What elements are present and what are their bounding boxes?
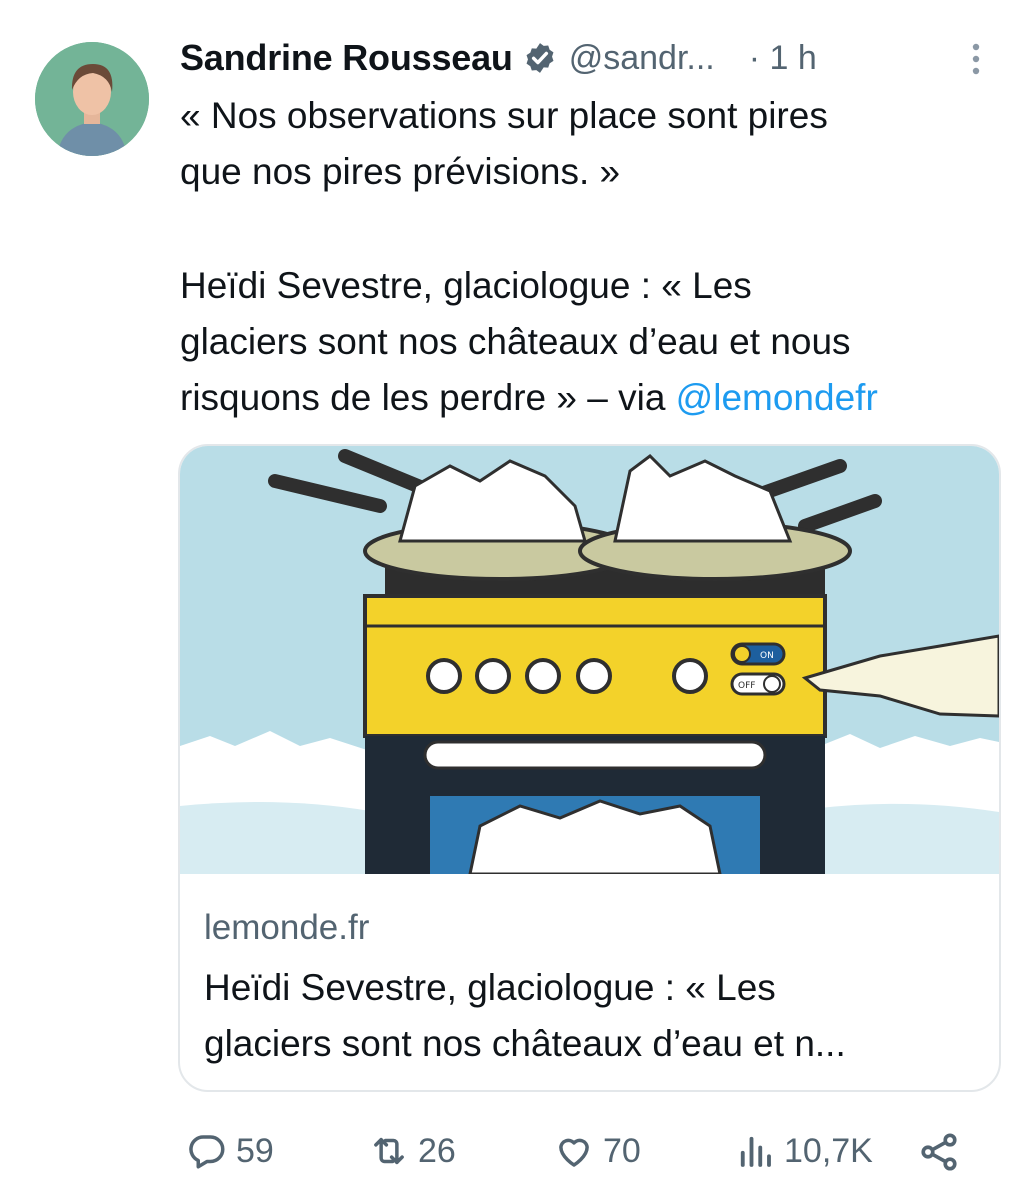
link-preview-card[interactable]: ON OFF lemonde.fr Heïdi Sevestre, glacio… [178, 444, 1001, 1092]
heart-icon [559, 1138, 589, 1167]
switch-off-label: OFF [738, 681, 755, 691]
tweet-text-line: glaciers sont nos châteaux d’eau et nous [180, 321, 851, 362]
tweet-text-line: que nos pires prévisions. » [180, 151, 621, 192]
action-bar: 59 26 70 10,7K [0, 1118, 1032, 1184]
reply-count: 59 [236, 1131, 274, 1170]
mention-link[interactable]: @lemondefr [676, 377, 878, 418]
tweet-text-line: « Nos observations sur place sont pires [180, 95, 828, 136]
author-name[interactable]: Sandrine Rousseau [180, 37, 513, 79]
avatar-portrait [35, 42, 149, 156]
repost-icon [374, 1137, 404, 1165]
views-chart-icon [740, 1136, 771, 1167]
reply-button[interactable]: 59 [186, 1118, 274, 1184]
share-icon[interactable] [917, 1130, 961, 1174]
verified-badge-icon[interactable] [523, 41, 557, 75]
tweet-header: Sandrine Rousseau @sandr... · 1 h [180, 30, 1000, 86]
tweet-text-line: risquons de les perdre » – via @lemondef… [180, 370, 1010, 426]
tweet-timestamp[interactable]: · 1 h [749, 39, 817, 78]
tweet-text-segment: risquons de les perdre » – via [180, 377, 676, 418]
tweet-text-line: Heïdi Sevestre, glaciologue : « Les [180, 265, 752, 306]
views-button[interactable]: 10,7K [734, 1118, 873, 1184]
card-title-line: Heïdi Sevestre, glaciologue : « Les [204, 967, 776, 1008]
card-title-line: glaciers sont nos châteaux d’eau et n... [204, 1023, 846, 1064]
like-count: 70 [603, 1131, 641, 1170]
like-button[interactable]: 70 [553, 1118, 641, 1184]
tweet-text: « Nos observations sur place sont pires … [180, 88, 1010, 426]
reply-icon [189, 1135, 225, 1169]
switch-on-label: ON [760, 651, 774, 661]
author-handle[interactable]: @sandr... [569, 39, 715, 78]
repost-button[interactable]: 26 [368, 1118, 456, 1184]
more-options-icon[interactable] [970, 42, 982, 76]
avatar[interactable] [35, 42, 149, 156]
repost-count: 26 [418, 1131, 456, 1170]
card-image[interactable]: ON OFF [180, 446, 999, 874]
card-domain: lemonde.fr [204, 908, 370, 947]
card-title: Heïdi Sevestre, glaciologue : « Les glac… [204, 960, 974, 1072]
views-count: 10,7K [784, 1131, 873, 1170]
